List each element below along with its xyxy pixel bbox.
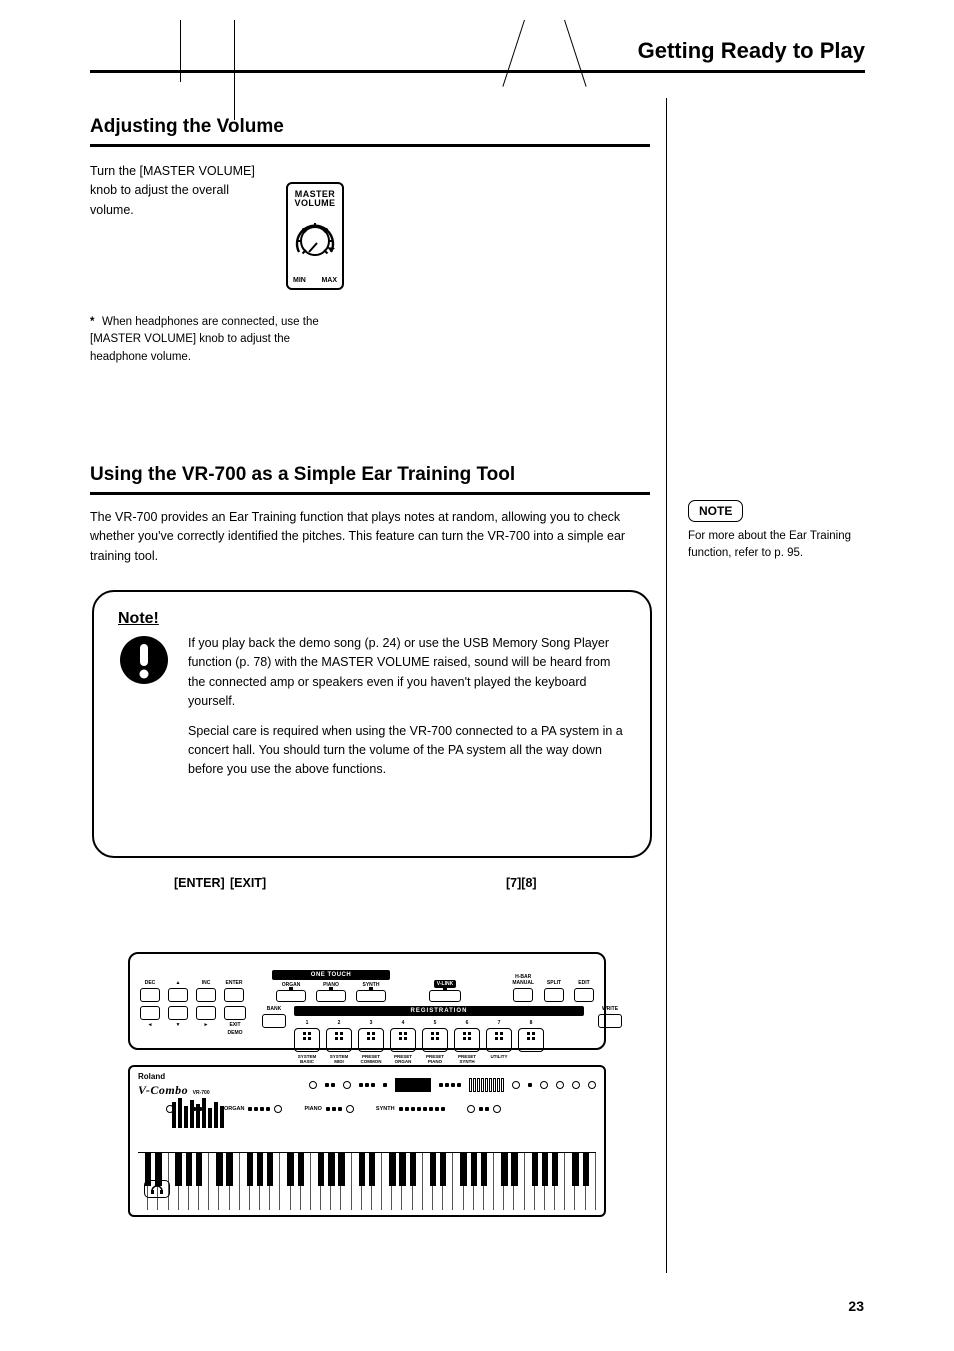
button-row-icon xyxy=(479,1107,489,1111)
one-touch-bar: ONE TOUCH xyxy=(272,970,390,980)
note-paragraph-1: If you play back the demo song (p. 24) o… xyxy=(188,634,626,712)
label-seven-eight: [7][8] xyxy=(506,876,537,890)
knob-label-line2: VOLUME xyxy=(295,199,336,208)
note-paragraph-2: Special care is required when using the … xyxy=(188,722,626,780)
button-row-icon xyxy=(248,1107,270,1111)
dec-button xyxy=(140,988,160,1002)
label-exit-small: EXIT xyxy=(229,1022,240,1028)
side-note-text: For more about the Ear Training function… xyxy=(688,528,864,563)
piano-keys-icon xyxy=(138,1152,596,1210)
exit-button xyxy=(224,1006,246,1020)
leader-line xyxy=(180,20,181,82)
left-button xyxy=(140,1006,160,1020)
mini-knob-icon xyxy=(467,1105,475,1113)
label-hbar-manual: H-BAR MANUAL xyxy=(512,974,534,986)
registration-button-2: 2SYSTEM MIDI xyxy=(326,1020,352,1064)
label-left: ◄ xyxy=(148,1022,153,1028)
note-callout-box: Note! If you play back the demo song (p.… xyxy=(92,590,652,858)
master-volume-knob-diagram: MASTER VOLUME xyxy=(286,182,344,290)
mini-display-icon xyxy=(395,1078,431,1092)
label-up: ▲ xyxy=(176,980,181,986)
down-button xyxy=(168,1006,188,1020)
hbar-manual-button xyxy=(513,988,533,1002)
label-write: WRITE xyxy=(602,1006,618,1012)
mini-knob-icon xyxy=(493,1105,501,1113)
organ-button xyxy=(276,990,306,1002)
button-row-icon xyxy=(528,1083,532,1087)
vlink-button xyxy=(429,990,461,1002)
mid-label-synth: SYNTH xyxy=(376,1106,395,1112)
label-exit: [EXIT] xyxy=(230,876,266,890)
section-heading-ear-training: Using the VR-700 as a Simple Ear Trainin… xyxy=(90,464,650,495)
leader-line xyxy=(234,20,235,120)
knob-dial-icon xyxy=(300,226,330,256)
harmonic-bar-bank-icon xyxy=(469,1078,504,1092)
registration-button-1: 1SYSTEM BASIC xyxy=(294,1020,320,1064)
button-row-icon xyxy=(325,1083,335,1087)
right-button xyxy=(196,1006,216,1020)
warning-icon xyxy=(118,634,170,686)
label-split: SPLIT xyxy=(547,980,561,986)
control-panel-diagram: DEC ▲ INC ENTER ONE TOUCH ORGAN PIANO SY… xyxy=(128,952,606,1050)
registration-button-3: 3PRESET COMMON xyxy=(358,1020,384,1064)
brand-label: Roland xyxy=(138,1072,210,1081)
registration-button-7: 7UTILITY xyxy=(486,1020,512,1059)
side-column-divider xyxy=(666,98,667,1273)
note-heading: Note! xyxy=(118,610,626,628)
registration-button-4: 4PRESET ORGAN xyxy=(390,1020,416,1064)
headphone-jack-icon xyxy=(144,1180,170,1198)
mini-knob-icon xyxy=(512,1081,520,1089)
mini-knob-icon xyxy=(540,1081,548,1089)
mini-knob-icon xyxy=(309,1081,317,1089)
mini-knob-icon xyxy=(588,1081,596,1089)
pitch-bend-bars-icon xyxy=(170,1094,240,1128)
volume-headphone-note-text: When headphones are connected, use the [… xyxy=(90,316,319,363)
label-demo: DEMO xyxy=(228,1030,243,1036)
label-down: ▼ xyxy=(176,1022,181,1028)
label-inc: INC xyxy=(202,980,211,986)
ear-training-intro: The VR-700 provides an Ear Training func… xyxy=(90,508,645,566)
edit-button xyxy=(574,988,594,1002)
registration-button-6: 6PRESET SYNTH xyxy=(454,1020,480,1064)
side-note: NOTE For more about the Ear Training fun… xyxy=(688,500,864,563)
button-row-icon xyxy=(439,1083,461,1087)
label-edit: EDIT xyxy=(578,980,589,986)
button-row-icon xyxy=(399,1107,445,1111)
panel-callout-labels: [ENTER] [EXIT] [7][8] xyxy=(156,876,596,916)
note-reference-badge: NOTE xyxy=(688,500,743,522)
synth-button xyxy=(356,990,386,1002)
page-number: 23 xyxy=(848,1298,864,1314)
write-button xyxy=(598,1014,622,1028)
button-row-icon xyxy=(326,1107,342,1111)
label-bank: BANK xyxy=(267,1006,281,1012)
label-enter: [ENTER] xyxy=(174,876,225,890)
asterisk-icon: * xyxy=(90,314,102,331)
split-button xyxy=(544,988,564,1002)
section-heading-volume: Adjusting the Volume xyxy=(90,116,650,147)
label-dec: DEC xyxy=(145,980,156,986)
piano-button xyxy=(316,990,346,1002)
mini-knob-icon xyxy=(346,1105,354,1113)
enter-button xyxy=(224,988,244,1002)
label-right: ► xyxy=(204,1022,209,1028)
registration-button-5: 5PRESET PIANO xyxy=(422,1020,448,1064)
mini-knob-icon xyxy=(572,1081,580,1089)
volume-headphone-note: *When headphones are connected, use the … xyxy=(90,314,350,366)
mid-label-piano: PIANO xyxy=(304,1106,321,1112)
up-button xyxy=(168,988,188,1002)
page-title: Getting Ready to Play xyxy=(90,38,865,73)
knob-max-label: MAX xyxy=(321,277,337,284)
mini-knob-icon xyxy=(556,1081,564,1089)
volume-paragraph: Turn the [MASTER VOLUME] knob to adjust … xyxy=(90,162,270,220)
button-row-icon xyxy=(359,1083,375,1087)
bank-button xyxy=(262,1014,286,1028)
registration-bar: REGISTRATION xyxy=(294,1006,584,1016)
knob-min-label: MIN xyxy=(293,277,306,284)
mini-knob-icon xyxy=(274,1105,282,1113)
inc-button xyxy=(196,988,216,1002)
button-row-icon xyxy=(383,1083,387,1087)
label-enter-small: ENTER xyxy=(226,980,243,986)
registration-button-8: 8 xyxy=(518,1020,544,1054)
mini-knob-icon xyxy=(343,1081,351,1089)
